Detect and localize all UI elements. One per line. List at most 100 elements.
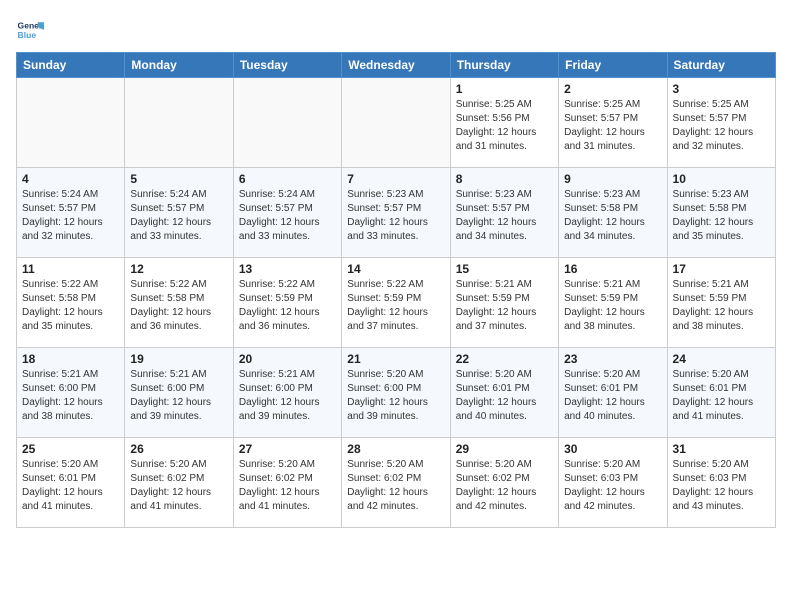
day-cell bbox=[125, 78, 233, 168]
day-cell: 5Sunrise: 5:24 AM Sunset: 5:57 PM Daylig… bbox=[125, 168, 233, 258]
header-friday: Friday bbox=[559, 53, 667, 78]
week-row-2: 4 Sunrise: 5:24 AM Sunset: 5:57 PM Daylig… bbox=[17, 168, 776, 258]
day-info: Sunrise: 5:20 AM Sunset: 6:00 PM Dayligh… bbox=[347, 368, 444, 424]
day-info: Sunrise: 5:20 AM Sunset: 6:01 PM Dayligh… bbox=[22, 458, 119, 514]
day-info: Sunrise: 5:22 AM Sunset: 5:58 PM Dayligh… bbox=[130, 278, 227, 334]
day-info: Sunrise: 5:21 AM Sunset: 6:00 PM Dayligh… bbox=[130, 368, 227, 424]
day-info: Sunrise: 5:21 AM Sunset: 5:59 PM Dayligh… bbox=[564, 278, 661, 334]
day-number: 27 bbox=[239, 442, 336, 456]
day-cell: 7Sunrise: 5:23 AM Sunset: 5:57 PM Daylig… bbox=[342, 168, 450, 258]
week-row-4: 18 Sunrise: 5:21 AM Sunset: 6:00 PM Dayli… bbox=[17, 348, 776, 438]
day-cell: 4 Sunrise: 5:24 AM Sunset: 5:57 PM Daylig… bbox=[17, 168, 125, 258]
day-number: 16 bbox=[564, 262, 661, 276]
day-info: Sunrise: 5:23 AM Sunset: 5:58 PM Dayligh… bbox=[564, 188, 661, 244]
day-cell: 29 Sunrise: 5:20 AM Sunset: 6:02 PM Dayli… bbox=[450, 438, 558, 528]
day-number: 4 bbox=[22, 172, 119, 186]
day-number: 8 bbox=[456, 172, 553, 186]
day-number: 26 bbox=[130, 442, 227, 456]
day-cell: 31 Sunrise: 5:20 AM Sunset: 6:03 PM Dayli… bbox=[667, 438, 775, 528]
day-cell: 20 Sunrise: 5:21 AM Sunset: 6:00 PM Dayli… bbox=[233, 348, 341, 438]
day-info: Sunrise: 5:21 AM Sunset: 5:59 PM Dayligh… bbox=[456, 278, 553, 334]
day-cell: 19 Sunrise: 5:21 AM Sunset: 6:00 PM Dayli… bbox=[125, 348, 233, 438]
svg-text:Blue: Blue bbox=[18, 30, 37, 40]
day-number: 25 bbox=[22, 442, 119, 456]
day-cell: 16 Sunrise: 5:21 AM Sunset: 5:59 PM Dayli… bbox=[559, 258, 667, 348]
day-number: 14 bbox=[347, 262, 444, 276]
week-row-5: 25 Sunrise: 5:20 AM Sunset: 6:01 PM Dayli… bbox=[17, 438, 776, 528]
day-number: 18 bbox=[22, 352, 119, 366]
day-number: 10 bbox=[673, 172, 770, 186]
day-cell: 26 Sunrise: 5:20 AM Sunset: 6:02 PM Dayli… bbox=[125, 438, 233, 528]
day-cell: 30Sunrise: 5:20 AM Sunset: 6:03 PM Dayli… bbox=[559, 438, 667, 528]
day-cell: 23 Sunrise: 5:20 AM Sunset: 6:01 PM Dayli… bbox=[559, 348, 667, 438]
day-info: Sunrise: 5:23 AM Sunset: 5:58 PM Dayligh… bbox=[673, 188, 770, 244]
day-number: 1 bbox=[456, 82, 553, 96]
day-info: Sunrise: 5:22 AM Sunset: 5:58 PM Dayligh… bbox=[22, 278, 119, 334]
day-number: 13 bbox=[239, 262, 336, 276]
day-info: Sunrise: 5:20 AM Sunset: 6:01 PM Dayligh… bbox=[564, 368, 661, 424]
day-number: 28 bbox=[347, 442, 444, 456]
day-number: 3 bbox=[673, 82, 770, 96]
day-number: 30 bbox=[564, 442, 661, 456]
day-number: 17 bbox=[673, 262, 770, 276]
day-cell: 22 Sunrise: 5:20 AM Sunset: 6:01 PM Dayli… bbox=[450, 348, 558, 438]
day-cell: 24Sunrise: 5:20 AM Sunset: 6:01 PM Dayli… bbox=[667, 348, 775, 438]
day-info: Sunrise: 5:20 AM Sunset: 6:02 PM Dayligh… bbox=[456, 458, 553, 514]
header-sunday: Sunday bbox=[17, 53, 125, 78]
day-info: Sunrise: 5:23 AM Sunset: 5:57 PM Dayligh… bbox=[347, 188, 444, 244]
day-number: 6 bbox=[239, 172, 336, 186]
day-cell bbox=[342, 78, 450, 168]
day-cell: 9 Sunrise: 5:23 AM Sunset: 5:58 PM Daylig… bbox=[559, 168, 667, 258]
day-number: 9 bbox=[564, 172, 661, 186]
day-number: 20 bbox=[239, 352, 336, 366]
day-cell bbox=[17, 78, 125, 168]
day-info: Sunrise: 5:21 AM Sunset: 6:00 PM Dayligh… bbox=[239, 368, 336, 424]
day-info: Sunrise: 5:22 AM Sunset: 5:59 PM Dayligh… bbox=[347, 278, 444, 334]
day-info: Sunrise: 5:20 AM Sunset: 6:01 PM Dayligh… bbox=[456, 368, 553, 424]
day-cell: 15 Sunrise: 5:21 AM Sunset: 5:59 PM Dayli… bbox=[450, 258, 558, 348]
day-info: Sunrise: 5:24 AM Sunset: 5:57 PM Dayligh… bbox=[239, 188, 336, 244]
day-number: 12 bbox=[130, 262, 227, 276]
day-info: Sunrise: 5:21 AM Sunset: 6:00 PM Dayligh… bbox=[22, 368, 119, 424]
day-cell: 1 Sunrise: 5:25 AM Sunset: 5:56 PM Daylig… bbox=[450, 78, 558, 168]
week-row-1: 1 Sunrise: 5:25 AM Sunset: 5:56 PM Daylig… bbox=[17, 78, 776, 168]
day-info: Sunrise: 5:20 AM Sunset: 6:02 PM Dayligh… bbox=[130, 458, 227, 514]
day-number: 15 bbox=[456, 262, 553, 276]
day-cell: 27Sunrise: 5:20 AM Sunset: 6:02 PM Dayli… bbox=[233, 438, 341, 528]
day-info: Sunrise: 5:25 AM Sunset: 5:56 PM Dayligh… bbox=[456, 98, 553, 154]
header-wednesday: Wednesday bbox=[342, 53, 450, 78]
logo: General Blue bbox=[16, 16, 48, 44]
day-info: Sunrise: 5:20 AM Sunset: 6:03 PM Dayligh… bbox=[673, 458, 770, 514]
day-number: 22 bbox=[456, 352, 553, 366]
logo-icon: General Blue bbox=[16, 16, 44, 44]
header-thursday: Thursday bbox=[450, 53, 558, 78]
day-cell: 21 Sunrise: 5:20 AM Sunset: 6:00 PM Dayli… bbox=[342, 348, 450, 438]
header-tuesday: Tuesday bbox=[233, 53, 341, 78]
day-info: Sunrise: 5:25 AM Sunset: 5:57 PM Dayligh… bbox=[673, 98, 770, 154]
day-info: Sunrise: 5:25 AM Sunset: 5:57 PM Dayligh… bbox=[564, 98, 661, 154]
day-cell: 14 Sunrise: 5:22 AM Sunset: 5:59 PM Dayli… bbox=[342, 258, 450, 348]
day-info: Sunrise: 5:24 AM Sunset: 5:57 PM Dayligh… bbox=[130, 188, 227, 244]
day-number: 19 bbox=[130, 352, 227, 366]
day-cell: 12 Sunrise: 5:22 AM Sunset: 5:58 PM Dayli… bbox=[125, 258, 233, 348]
day-cell: 8Sunrise: 5:23 AM Sunset: 5:57 PM Daylig… bbox=[450, 168, 558, 258]
day-number: 21 bbox=[347, 352, 444, 366]
day-info: Sunrise: 5:22 AM Sunset: 5:59 PM Dayligh… bbox=[239, 278, 336, 334]
header-saturday: Saturday bbox=[667, 53, 775, 78]
day-number: 23 bbox=[564, 352, 661, 366]
day-cell: 17Sunrise: 5:21 AM Sunset: 5:59 PM Dayli… bbox=[667, 258, 775, 348]
calendar-header-row: SundayMondayTuesdayWednesdayThursdayFrid… bbox=[17, 53, 776, 78]
day-number: 31 bbox=[673, 442, 770, 456]
day-cell: 18 Sunrise: 5:21 AM Sunset: 6:00 PM Dayli… bbox=[17, 348, 125, 438]
day-number: 11 bbox=[22, 262, 119, 276]
calendar-table: SundayMondayTuesdayWednesdayThursdayFrid… bbox=[16, 52, 776, 528]
day-number: 29 bbox=[456, 442, 553, 456]
header-monday: Monday bbox=[125, 53, 233, 78]
day-cell bbox=[233, 78, 341, 168]
day-cell: 10 Sunrise: 5:23 AM Sunset: 5:58 PM Dayli… bbox=[667, 168, 775, 258]
page-header: General Blue bbox=[16, 16, 776, 44]
week-row-3: 11 Sunrise: 5:22 AM Sunset: 5:58 PM Dayli… bbox=[17, 258, 776, 348]
day-cell: 28Sunrise: 5:20 AM Sunset: 6:02 PM Dayli… bbox=[342, 438, 450, 528]
day-info: Sunrise: 5:24 AM Sunset: 5:57 PM Dayligh… bbox=[22, 188, 119, 244]
day-cell: 13 Sunrise: 5:22 AM Sunset: 5:59 PM Dayli… bbox=[233, 258, 341, 348]
